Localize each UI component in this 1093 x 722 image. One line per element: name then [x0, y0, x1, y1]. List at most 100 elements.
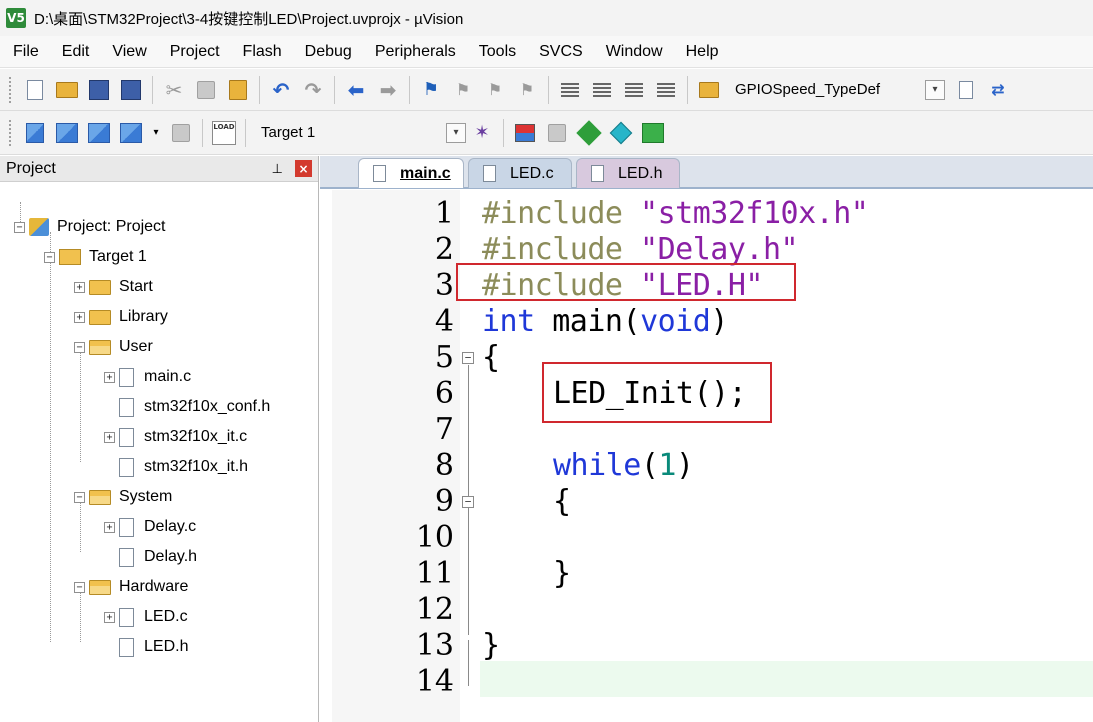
redo-icon[interactable]: ↷: [300, 77, 326, 103]
tab-led-h[interactable]: LED.h: [576, 158, 680, 188]
green-gem-icon[interactable]: [640, 120, 666, 146]
menu-view[interactable]: View: [99, 43, 156, 61]
tree-project-root[interactable]: − Project: Project: [14, 212, 165, 242]
menu-file[interactable]: File: [0, 43, 49, 61]
highlight-box-led-init: [542, 362, 772, 423]
debug-icon[interactable]: ⇄: [985, 77, 1011, 103]
project-panel: Project ⊥ × − Project: Project − Target …: [0, 156, 319, 722]
expand-icon[interactable]: +: [104, 371, 115, 383]
copy-icon[interactable]: [193, 77, 219, 103]
cut-icon[interactable]: ✂: [161, 77, 187, 103]
comment-icon[interactable]: [621, 77, 647, 103]
collapse-icon[interactable]: −: [74, 491, 85, 503]
paste-icon[interactable]: [225, 77, 251, 103]
tree-group-hardware[interactable]: − Hardware: [74, 572, 188, 602]
tree-file-led-h[interactable]: LED.h: [119, 632, 188, 662]
tree-file-delay-c[interactable]: + Delay.c: [104, 512, 196, 542]
tree-group-library[interactable]: + Library: [74, 302, 168, 332]
expand-icon[interactable]: +: [104, 431, 115, 443]
save-icon[interactable]: [86, 77, 112, 103]
file-extensions-icon[interactable]: [512, 120, 538, 146]
save-all-icon[interactable]: [118, 77, 144, 103]
keyword-token: int: [482, 304, 535, 339]
next-bookmark-icon[interactable]: ⚑: [482, 77, 508, 103]
tree-file-led-c[interactable]: + LED.c: [104, 602, 188, 632]
manage-components-icon[interactable]: [544, 120, 570, 146]
new-file-icon[interactable]: [22, 77, 48, 103]
menu-tools[interactable]: Tools: [466, 43, 526, 61]
tab-led-c[interactable]: LED.c: [468, 158, 572, 188]
find-icon[interactable]: [953, 77, 979, 103]
batch-build-icon[interactable]: [118, 120, 144, 146]
target-options-icon[interactable]: ✶: [469, 120, 495, 146]
nav-forward-icon[interactable]: ➡: [375, 77, 401, 103]
chevron-down-icon[interactable]: ▾: [446, 122, 466, 143]
dropdown-icon[interactable]: ▾: [925, 79, 945, 100]
select-packs-icon[interactable]: [608, 120, 634, 146]
nav-back-icon[interactable]: ⬅: [343, 77, 369, 103]
tree-file-it-h[interactable]: stm32f10x_it.h: [119, 452, 248, 482]
tree-file-delay-h[interactable]: Delay.h: [119, 542, 197, 572]
menu-flash[interactable]: Flash: [230, 43, 292, 61]
tree-group-start[interactable]: + Start: [74, 272, 153, 302]
undo-icon[interactable]: ↶: [268, 77, 294, 103]
expand-icon[interactable]: +: [104, 611, 115, 623]
code-editor[interactable]: 1 2 3 4 5 6 7 8 9 10 11 12 13 14 − − #in…: [320, 190, 1093, 722]
open-folder-icon: [89, 339, 111, 355]
line-number: 11: [415, 556, 454, 591]
build-icon[interactable]: [54, 120, 80, 146]
tree-file-label: stm32f10x_it.h: [144, 458, 249, 475]
indent-icon[interactable]: [557, 77, 583, 103]
tree-target[interactable]: − Target 1: [44, 242, 147, 272]
toolbar-grip[interactable]: [8, 75, 13, 104]
collapse-icon[interactable]: −: [74, 341, 85, 353]
menu-help[interactable]: Help: [673, 43, 729, 61]
rebuild-icon[interactable]: [86, 120, 112, 146]
menu-window[interactable]: Window: [593, 43, 673, 61]
open-folder-icon[interactable]: [54, 77, 80, 103]
expand-icon[interactable]: +: [74, 311, 85, 323]
tree-file-it-c[interactable]: + stm32f10x_it.c: [104, 422, 247, 452]
tree-group-system[interactable]: − System: [74, 482, 172, 512]
menu-peripherals[interactable]: Peripherals: [362, 43, 466, 61]
menu-project[interactable]: Project: [157, 43, 230, 61]
close-icon[interactable]: ×: [295, 160, 312, 177]
collapse-icon[interactable]: −: [74, 581, 85, 593]
tree-target-label: Target 1: [89, 248, 147, 265]
prev-bookmark-icon[interactable]: ⚑: [450, 77, 476, 103]
expand-icon[interactable]: +: [104, 521, 115, 533]
fold-collapse-icon[interactable]: −: [462, 352, 474, 364]
code-line-4: int main(void): [482, 304, 728, 339]
pack-installer-icon[interactable]: [576, 119, 602, 146]
target-select[interactable]: Target 1 ▾: [251, 122, 466, 143]
stop-build-icon[interactable]: [168, 120, 194, 146]
menu-edit[interactable]: Edit: [49, 43, 100, 61]
collapse-icon[interactable]: −: [14, 221, 25, 233]
translate-icon[interactable]: [22, 120, 48, 146]
tree-file-main-c[interactable]: + main.c: [104, 362, 191, 392]
line-number: 3: [434, 268, 454, 303]
tree-group-user[interactable]: − User: [74, 332, 153, 362]
tab-main-c[interactable]: main.c: [358, 158, 464, 188]
menu-debug[interactable]: Debug: [292, 43, 362, 61]
find-combo-value[interactable]: GPIOSpeed_TypeDef: [735, 81, 925, 98]
uvision-app-icon: V5: [6, 8, 26, 28]
toolbar-grip[interactable]: [8, 118, 13, 147]
fold-collapse-icon[interactable]: −: [462, 496, 474, 508]
clear-bookmarks-icon[interactable]: ⚑: [514, 77, 540, 103]
batch-dropdown-icon[interactable]: ▾: [150, 120, 162, 146]
bookmark-icon[interactable]: ⚑: [418, 77, 444, 103]
unindent-icon[interactable]: [589, 77, 615, 103]
menu-svcs[interactable]: SVCS: [526, 43, 593, 61]
pin-icon[interactable]: ⊥: [272, 161, 283, 177]
line-number: 4: [434, 304, 454, 339]
find-in-files-icon[interactable]: [696, 77, 722, 103]
collapse-icon[interactable]: −: [44, 251, 55, 263]
brace-token: }: [553, 556, 571, 591]
uncomment-icon[interactable]: [653, 77, 679, 103]
tree-file-conf-h[interactable]: stm32f10x_conf.h: [119, 392, 270, 422]
download-icon[interactable]: LOAD: [211, 120, 237, 146]
tree-file-label: stm32f10x_conf.h: [144, 398, 271, 415]
tree-group-label: Hardware: [119, 578, 189, 595]
expand-icon[interactable]: +: [74, 281, 85, 293]
